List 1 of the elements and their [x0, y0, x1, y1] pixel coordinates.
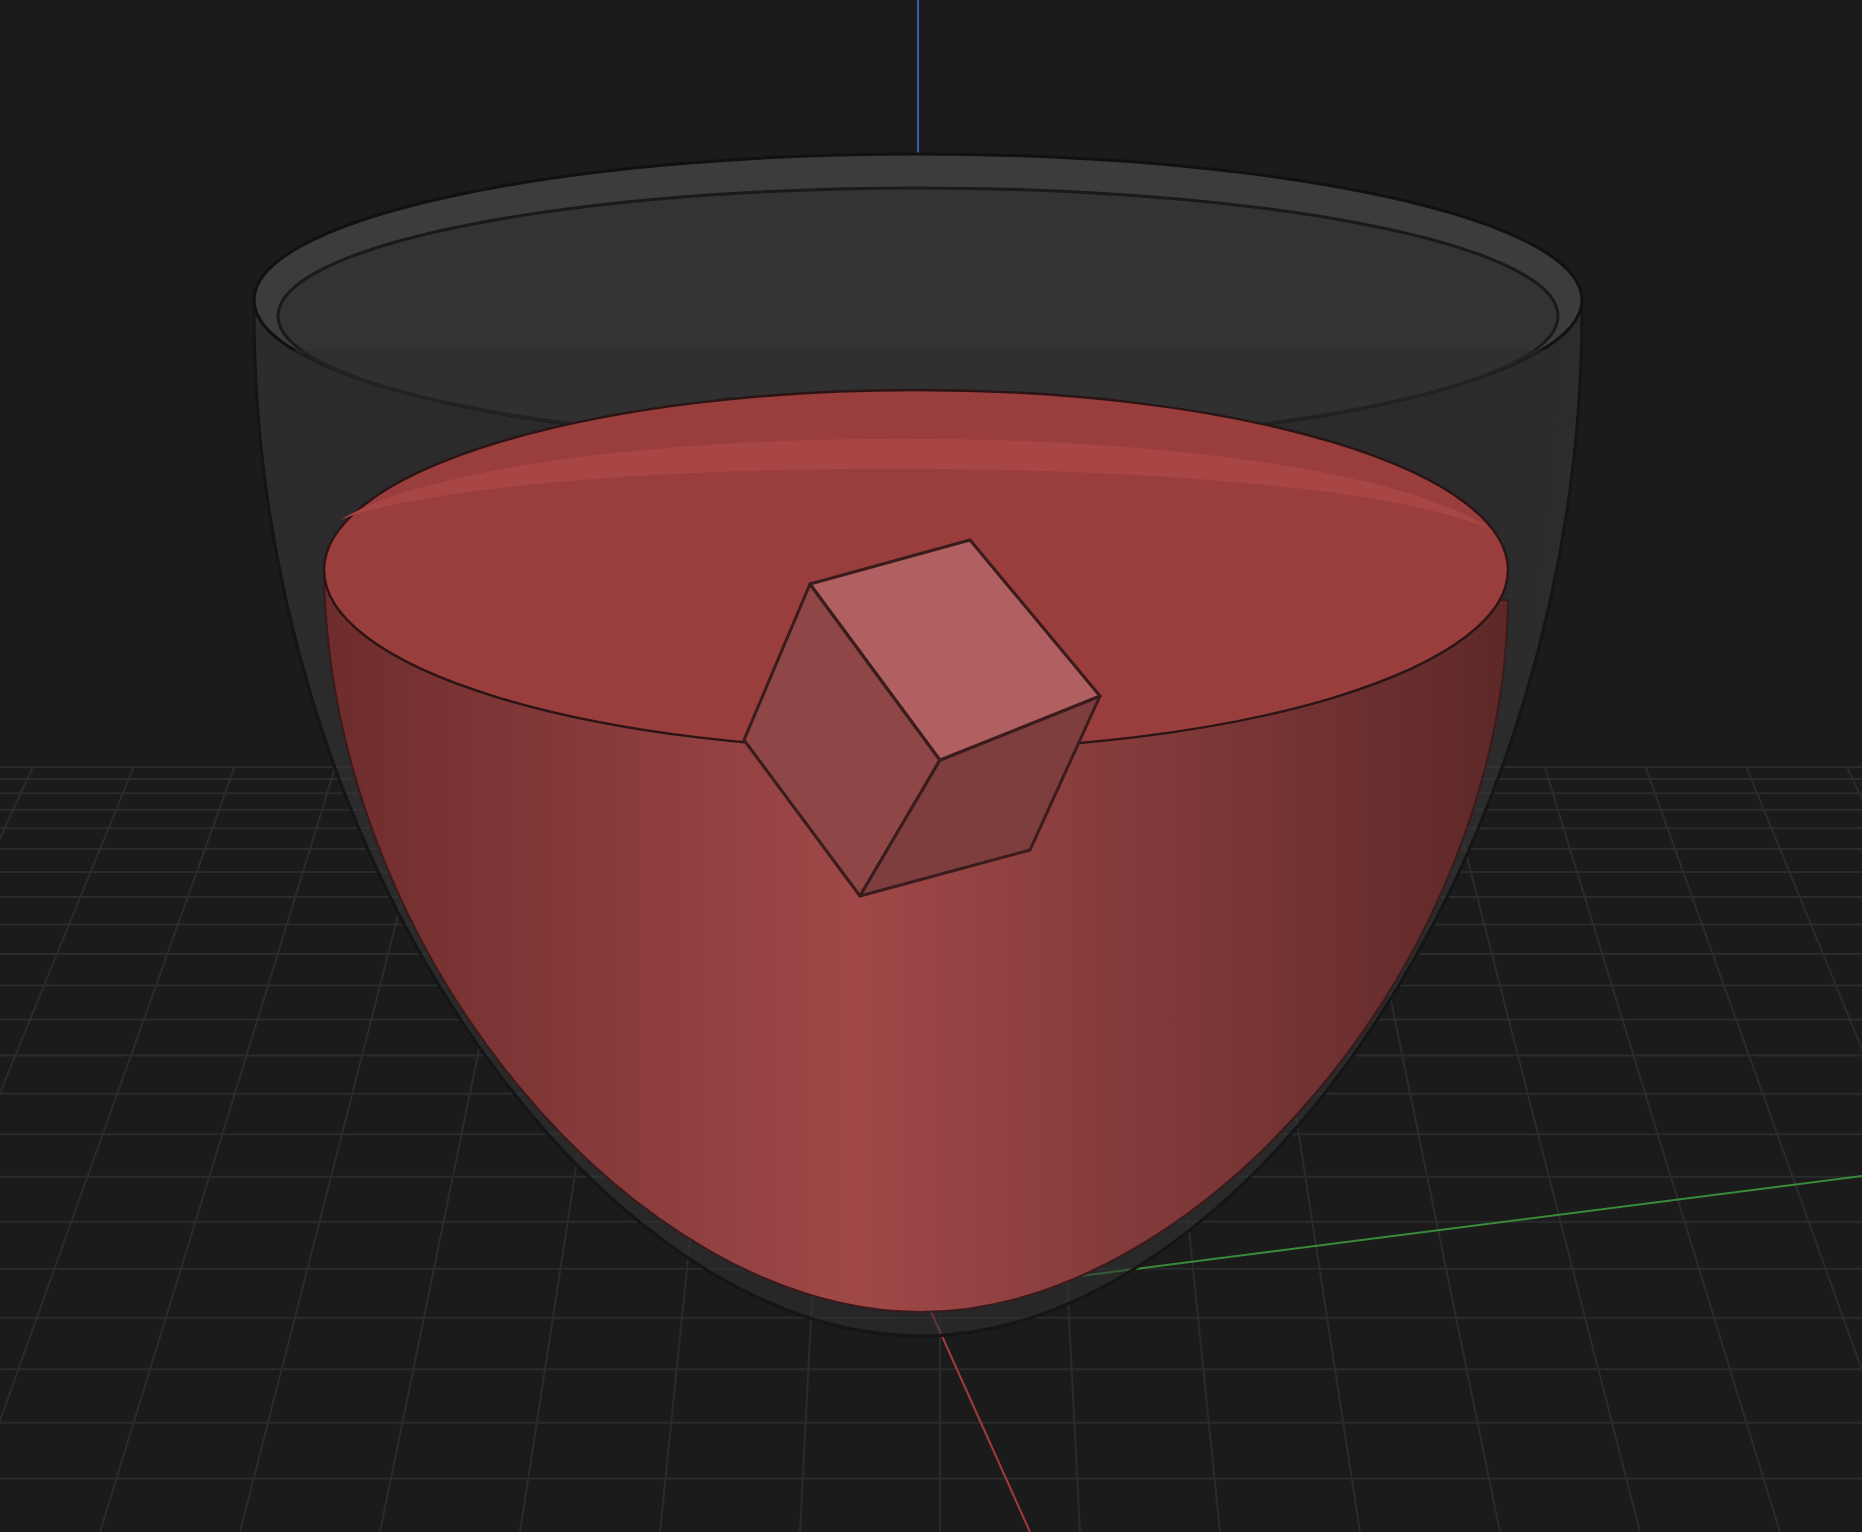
viewport[interactable] [0, 0, 1862, 1532]
